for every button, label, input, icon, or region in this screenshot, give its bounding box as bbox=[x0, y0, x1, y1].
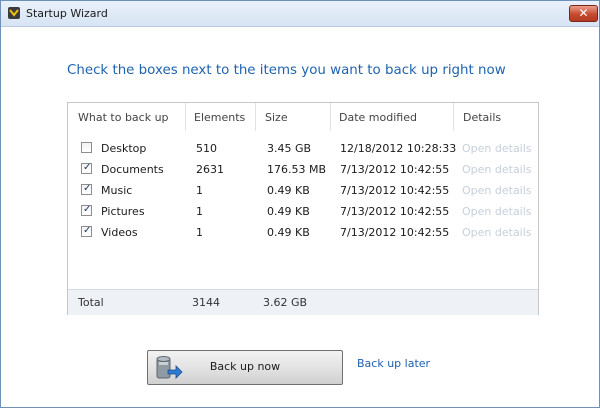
item-date-modified: 7/13/2012 10:42:55 bbox=[340, 205, 450, 218]
backup-items-table: What to back up Elements Size Date modif… bbox=[67, 102, 539, 315]
table-row: ✓ Music 1 0.49 KB 7/13/2012 10:42:55 Open det… bbox=[68, 181, 538, 201]
check-mark-icon: ✓ bbox=[83, 204, 92, 215]
total-elements: 3144 bbox=[192, 296, 220, 309]
back-up-now-button[interactable]: Back up now bbox=[147, 350, 343, 385]
column-header-details: Details bbox=[463, 111, 502, 124]
table-row: ✓ Videos 1 0.49 KB 7/13/2012 10:42:55 Open de… bbox=[68, 223, 538, 243]
column-header-date-modified: Date modified bbox=[339, 111, 417, 124]
item-size: 0.49 KB bbox=[267, 205, 310, 218]
item-date-modified: 7/13/2012 10:42:55 bbox=[340, 163, 450, 176]
item-checkbox[interactable] bbox=[81, 142, 92, 153]
item-size: 3.45 GB bbox=[267, 142, 312, 155]
item-name: Music bbox=[101, 184, 133, 197]
item-date-modified: 7/13/2012 10:42:55 bbox=[340, 226, 450, 239]
open-details-link[interactable]: Open details bbox=[462, 205, 532, 218]
total-size: 3.62 GB bbox=[263, 296, 308, 309]
item-size: 0.49 KB bbox=[267, 226, 310, 239]
item-elements: 1 bbox=[196, 184, 203, 197]
column-header-size: Size bbox=[265, 111, 288, 124]
item-elements: 1 bbox=[196, 205, 203, 218]
open-details-link[interactable]: Open details bbox=[462, 226, 532, 239]
item-checkbox[interactable]: ✓ bbox=[81, 204, 92, 216]
wizard-app-icon bbox=[8, 7, 20, 19]
title-bar[interactable]: Startup Wizard ✕ bbox=[1, 1, 599, 27]
startup-wizard-window: Startup Wizard ✕ Check the boxes next to… bbox=[0, 0, 600, 408]
total-label: Total bbox=[78, 296, 104, 309]
item-size: 0.49 KB bbox=[267, 184, 310, 197]
table-row: Desktop 510 3.45 GB 12/18/2012 10:28:33 Open… bbox=[68, 139, 538, 159]
close-button[interactable]: ✕ bbox=[569, 5, 598, 22]
open-details-link[interactable]: Open details bbox=[462, 142, 532, 155]
check-mark-icon: ✓ bbox=[83, 225, 92, 236]
window-title: Startup Wizard bbox=[26, 7, 108, 20]
item-name: Desktop bbox=[101, 142, 147, 155]
item-size: 176.53 MB bbox=[267, 163, 327, 176]
column-header-what: What to back up bbox=[78, 111, 169, 124]
open-details-link[interactable]: Open details bbox=[462, 184, 532, 197]
check-mark-icon: ✓ bbox=[83, 162, 92, 173]
item-name: Documents bbox=[101, 163, 164, 176]
open-details-link[interactable]: Open details bbox=[462, 163, 532, 176]
item-name: Pictures bbox=[101, 205, 145, 218]
item-checkbox[interactable]: ✓ bbox=[81, 225, 92, 237]
table-row: ✓ Pictures 1 0.49 KB 7/13/2012 10:42:55 Open … bbox=[68, 202, 538, 222]
item-elements: 1 bbox=[196, 226, 203, 239]
item-date-modified: 12/18/2012 10:28:33 bbox=[340, 142, 457, 155]
total-row: Total 3144 3.62 GB bbox=[68, 289, 538, 315]
item-elements: 510 bbox=[196, 142, 217, 155]
page-heading: Check the boxes next to the items you wa… bbox=[67, 63, 506, 78]
table-row: ✓ Documents 2631 176.53 MB 7/13/2012 10:42:5… bbox=[68, 160, 538, 180]
back-up-now-label: Back up now bbox=[209, 360, 281, 373]
back-up-later-link[interactable]: Back up later bbox=[357, 357, 430, 370]
item-checkbox[interactable]: ✓ bbox=[81, 162, 92, 174]
item-date-modified: 7/13/2012 10:42:55 bbox=[340, 184, 450, 197]
column-header-elements: Elements bbox=[194, 111, 246, 124]
item-checkbox[interactable]: ✓ bbox=[81, 183, 92, 195]
item-elements: 2631 bbox=[196, 163, 224, 176]
item-name: Videos bbox=[101, 226, 138, 239]
check-mark-icon: ✓ bbox=[83, 183, 92, 194]
